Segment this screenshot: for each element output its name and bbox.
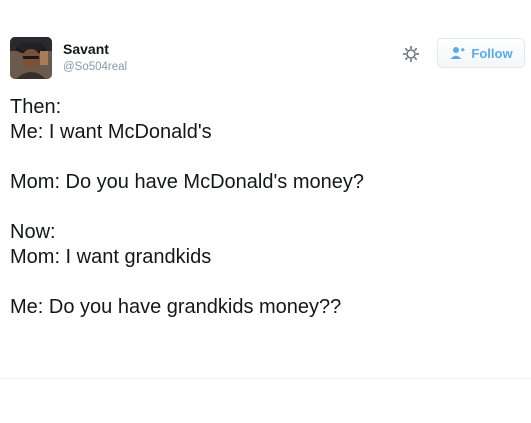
user-handle[interactable]: @So504real — [63, 61, 127, 73]
card-divider — [0, 378, 531, 379]
tweet-line: Me: I want McDonald's — [10, 121, 212, 143]
tweet-card: Savant @So504real Follow Then: Me: I wan… — [0, 0, 531, 378]
avatar[interactable] — [10, 37, 52, 79]
tweet-line: Me: Do you have grandkids money?? — [10, 296, 342, 318]
tweet-line: Now: — [10, 221, 56, 243]
tweet-line: Then: — [10, 96, 62, 118]
display-name[interactable]: Savant — [63, 41, 109, 57]
follow-button[interactable]: Follow — [437, 38, 525, 68]
tweet-text: Then: Me: I want McDonald's Mom: Do you … — [10, 95, 520, 320]
follow-label: Follow — [471, 45, 513, 61]
tweet-line: Mom: Do you have McDonald's money? — [10, 171, 364, 193]
gear-icon[interactable] — [401, 44, 421, 64]
tweet-line: Mom: I want grandkids — [10, 246, 212, 268]
avatar-image — [10, 37, 52, 79]
add-user-icon — [449, 46, 465, 60]
